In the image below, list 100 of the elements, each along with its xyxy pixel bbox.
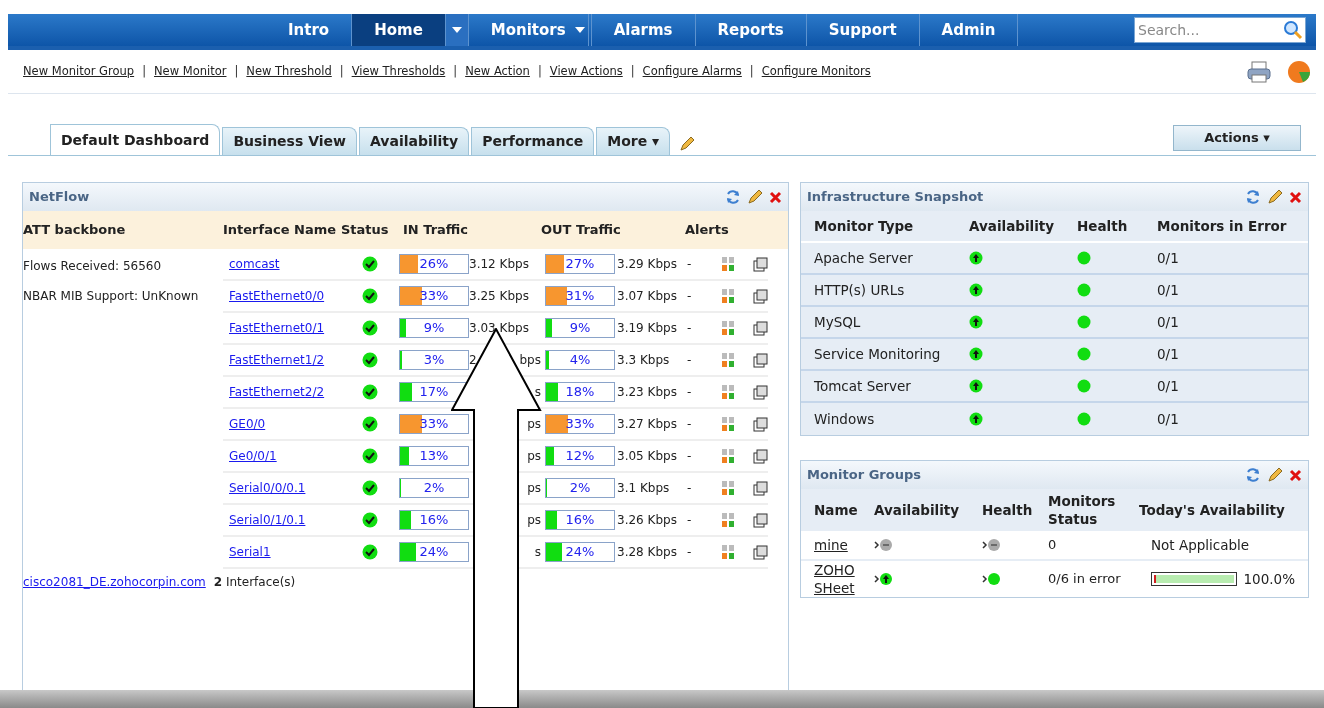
alarm-config-icon[interactable] <box>721 352 735 368</box>
alert-value: - <box>686 512 693 529</box>
search-field[interactable]: Search... <box>1134 17 1306 43</box>
caret-icon[interactable] <box>451 26 462 34</box>
pie-chart-icon[interactable] <box>1286 59 1312 84</box>
alert-value: - <box>686 480 693 497</box>
popup-window-icon[interactable] <box>753 544 768 560</box>
alarm-config-icon[interactable] <box>721 320 735 336</box>
toolbar-link[interactable]: Configure Monitors <box>761 62 871 81</box>
health-dot-icon <box>1077 379 1091 393</box>
alarm-config-icon[interactable] <box>721 448 735 464</box>
popup-window-icon[interactable] <box>753 448 768 464</box>
dashboard-tab[interactable]: Business View <box>222 127 357 155</box>
refresh-icon[interactable] <box>1245 189 1261 205</box>
group-link[interactable]: ZOHO SHeet <box>814 561 864 597</box>
interface-link[interactable]: GE0/0 <box>229 417 266 432</box>
alarm-config-icon[interactable] <box>721 544 735 560</box>
refresh-icon[interactable] <box>1245 467 1261 483</box>
interface-link[interactable]: FastEthernet2/2 <box>229 385 325 400</box>
up-status-icon <box>969 412 983 426</box>
popup-window-icon[interactable] <box>753 480 768 496</box>
rate-value: 3.03 Kbps <box>469 320 529 337</box>
toolbar-link[interactable]: New Monitor Group <box>23 62 135 81</box>
printer-icon[interactable] <box>1246 59 1272 84</box>
interface-link[interactable]: Serial0/1/0.1 <box>229 513 306 528</box>
rate-value: 3.07 Kbps <box>617 288 677 305</box>
toolbar-link[interactable]: View Thresholds <box>351 62 446 81</box>
search-icon[interactable] <box>1283 20 1303 40</box>
toolbar-link[interactable]: View Actions <box>549 62 623 81</box>
alarm-config-icon[interactable] <box>721 512 735 528</box>
rate-value: s <box>534 384 541 401</box>
unknown-health-icon <box>982 538 1002 552</box>
column-header: ATT backbone <box>23 221 127 240</box>
up-status-icon <box>969 347 983 361</box>
alert-value: - <box>686 544 693 561</box>
alarm-config-icon[interactable] <box>721 256 735 272</box>
group-link[interactable]: mine <box>814 536 864 554</box>
rate-value: bps <box>519 352 541 369</box>
popup-window-icon[interactable] <box>753 256 768 272</box>
check-status-icon <box>362 512 378 528</box>
check-status-icon <box>362 352 378 368</box>
column-header: IN Traffic <box>402 221 470 240</box>
host-link[interactable]: cisco2081_DE.zohocorpin.com <box>23 573 206 591</box>
dashboard-tab[interactable]: More ▾ <box>596 127 671 155</box>
dashboard-tab[interactable]: Performance <box>471 127 595 155</box>
error-count: 0/1 <box>1157 280 1180 300</box>
close-icon[interactable] <box>1289 190 1302 204</box>
popup-window-icon[interactable] <box>753 288 768 304</box>
dashboard-tab[interactable]: Availability <box>358 127 470 155</box>
monitor-status: 0/6 in error <box>1048 570 1122 589</box>
alert-value: - <box>686 256 693 273</box>
separator: | <box>537 62 542 80</box>
close-icon[interactable] <box>1289 468 1302 482</box>
rate-value: 3.05 Kbps <box>617 448 677 465</box>
popup-window-icon[interactable] <box>753 384 768 400</box>
toolbar-link[interactable]: Configure Alarms <box>642 62 742 81</box>
error-count: 0/1 <box>1157 409 1180 429</box>
close-icon[interactable] <box>769 190 782 204</box>
pencil-icon[interactable] <box>747 189 763 205</box>
interface-link[interactable]: Ge0/0/1 <box>229 449 277 464</box>
alarm-config-icon[interactable] <box>721 480 735 496</box>
toolbar-link[interactable]: New Monitor <box>154 62 227 81</box>
info-text: Flows Received: 56560 <box>23 258 163 275</box>
alert-value: - <box>686 416 693 433</box>
popup-window-icon[interactable] <box>753 352 768 368</box>
rate-value: 3.1 Kbps <box>617 480 670 497</box>
percent-value: 12% <box>564 447 596 465</box>
toolbar-link[interactable]: New Action <box>465 62 530 81</box>
pencil-icon[interactable] <box>678 135 697 153</box>
caret-icon[interactable] <box>574 26 585 34</box>
nav-item[interactable]: Home <box>352 14 446 46</box>
panel-title: Infrastructure Snapshot <box>807 188 984 207</box>
percent-value: 17% <box>418 383 450 401</box>
alarm-config-icon[interactable] <box>721 288 735 304</box>
popup-window-icon[interactable] <box>753 320 768 336</box>
alarm-config-icon[interactable] <box>721 384 735 400</box>
actions-button[interactable]: Actions ▾ <box>1173 125 1301 151</box>
interface-link[interactable]: Serial1 <box>229 545 271 560</box>
rate-value: ps <box>527 448 541 465</box>
check-status-icon <box>362 384 378 400</box>
alert-value: - <box>686 384 693 401</box>
dashboard-tab[interactable]: Default Dashboard <box>50 124 221 155</box>
panel-title: Monitor Groups <box>807 466 921 485</box>
popup-window-icon[interactable] <box>753 512 768 528</box>
popup-window-icon[interactable] <box>753 416 768 432</box>
interface-link[interactable]: FastEthernet0/0 <box>229 289 325 304</box>
interface-link[interactable]: FastEthernet0/1 <box>229 321 325 336</box>
pencil-icon[interactable] <box>1267 189 1283 205</box>
health-dot-icon <box>1077 347 1091 361</box>
interface-link[interactable]: FastEthernet1/2 <box>229 353 325 368</box>
alarm-config-icon[interactable] <box>721 416 735 432</box>
pencil-icon[interactable] <box>1267 467 1283 483</box>
rate-value: 3.26 Kbps <box>617 512 677 529</box>
monitor-type: MySQL <box>814 312 862 332</box>
interface-link[interactable]: Serial0/0/0.1 <box>229 481 306 496</box>
column-header: Monitor Type <box>814 216 915 236</box>
up-status-icon <box>874 572 894 586</box>
interface-link[interactable]: comcast <box>229 257 280 272</box>
refresh-icon[interactable] <box>725 189 741 205</box>
toolbar-link[interactable]: New Threshold <box>246 62 332 81</box>
